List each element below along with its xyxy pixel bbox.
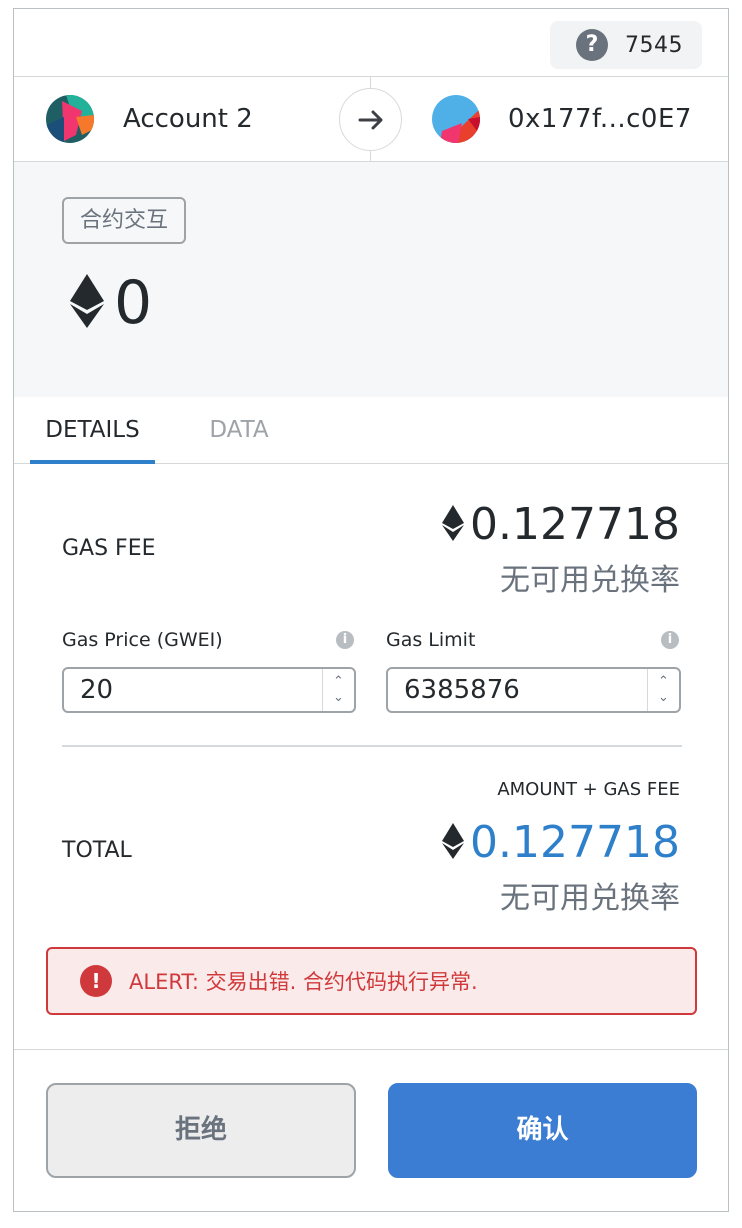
question-circle-icon: ? (576, 29, 608, 61)
from-account[interactable]: Account 2 (46, 95, 253, 143)
arrow-right-icon (339, 88, 402, 151)
divider (62, 745, 682, 747)
amount-display: 0 (70, 268, 152, 338)
gas-price-value: 20 (80, 675, 114, 705)
alert-text: ALERT: 交易出错. 合约代码执行异常. (129, 970, 478, 994)
amount-value: 0 (114, 268, 153, 338)
total-fiat: 无可用兑换率 (500, 881, 680, 916)
confirm-transaction-window: ? 7545 Account 2 0x177f...c0E7 合约交互 0 DE… (13, 8, 729, 1212)
total-label: TOTAL (62, 838, 132, 863)
gas-limit-input[interactable]: 6385876 ⌃ ⌄ (386, 667, 681, 713)
tab-data[interactable]: DATA (189, 397, 289, 464)
footer-actions: 拒绝 确认 (14, 1049, 728, 1211)
total-caption: AMOUNT + GAS FEE (497, 779, 680, 800)
error-alert: ! ALERT: 交易出错. 合约代码执行异常. (46, 947, 697, 1015)
gas-fee-amount: 0.127718 无可用兑换率 (442, 499, 680, 599)
ethereum-icon (70, 274, 104, 332)
recipient-address: 0x177f...c0E7 (508, 104, 692, 134)
account-avatar-icon (46, 95, 94, 143)
gas-limit-label: Gas Limit (386, 629, 476, 651)
network-label: 7545 (625, 32, 683, 58)
tab-details[interactable]: DETAILS (30, 397, 155, 464)
chevron-up-icon[interactable]: ⌃ (333, 674, 344, 690)
confirm-button[interactable]: 确认 (388, 1083, 697, 1178)
gas-fee-fiat: 无可用兑换率 (500, 563, 680, 598)
network-selector[interactable]: ? 7545 (550, 21, 702, 69)
gas-limit-stepper[interactable]: ⌃ ⌄ (647, 669, 679, 711)
tab-bar: DETAILS DATA (14, 397, 728, 464)
gas-limit-value: 6385876 (404, 675, 520, 705)
gas-price-input[interactable]: 20 ⌃ ⌄ (62, 667, 356, 713)
chevron-up-icon[interactable]: ⌃ (658, 674, 669, 690)
reject-button[interactable]: 拒绝 (46, 1083, 356, 1178)
gas-price-stepper[interactable]: ⌃ ⌄ (322, 669, 354, 711)
sender-to-recipient: Account 2 0x177f...c0E7 (14, 76, 728, 162)
method-badge: 合约交互 (62, 197, 187, 244)
ethereum-icon (442, 505, 465, 545)
top-bar: ? 7545 (14, 9, 728, 76)
gas-price-label: Gas Price (GWEI) (62, 629, 223, 651)
total-value: 0.127718 (470, 817, 680, 868)
ethereum-icon (442, 823, 465, 863)
recipient-avatar-icon (432, 95, 480, 143)
gas-fee-value: 0.127718 (470, 499, 680, 550)
transaction-summary: 合约交互 0 (14, 162, 728, 397)
alert-icon: ! (80, 965, 112, 997)
total-amount: 0.127718 无可用兑换率 (442, 817, 680, 917)
chevron-down-icon[interactable]: ⌄ (333, 690, 344, 706)
to-account[interactable]: 0x177f...c0E7 (432, 95, 692, 143)
gas-fee-label: GAS FEE (62, 536, 156, 561)
chevron-down-icon[interactable]: ⌄ (658, 690, 669, 706)
info-icon[interactable]: i (661, 631, 679, 649)
from-account-name: Account 2 (123, 104, 253, 134)
info-icon[interactable]: i (336, 631, 354, 649)
